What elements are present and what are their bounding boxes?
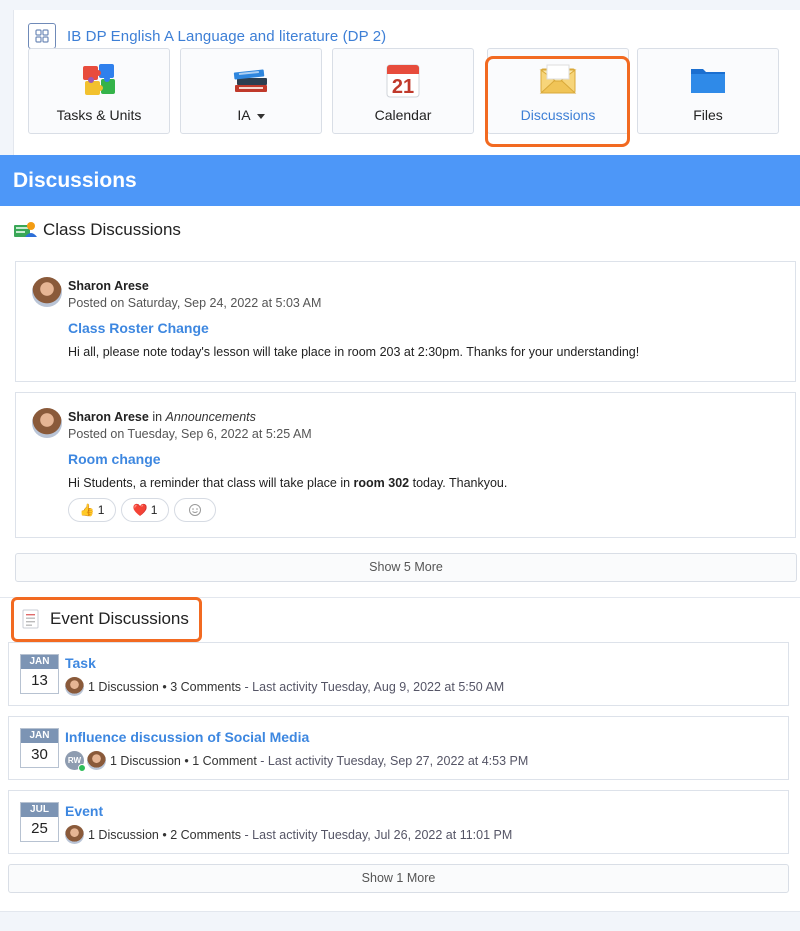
post-group[interactable]: Announcements [166, 410, 256, 424]
event-discussions-heading: Event Discussions [20, 609, 189, 629]
event-row: JAN 30 Influence discussion of Social Me… [8, 716, 789, 780]
show-more-discussions-button[interactable]: Show 5 More [15, 553, 797, 582]
event-title-link[interactable]: Task [65, 655, 96, 671]
calendar-icon-number: 21 [392, 76, 414, 98]
event-meta: 1 Discussion • 2 Comments - Last activit… [65, 825, 512, 844]
event-date-badge: JAN 13 [20, 654, 59, 694]
thumbs-up-icon: 👍 [79, 503, 95, 517]
event-month: JUL [21, 803, 58, 817]
post-author[interactable]: Sharon Arese [68, 279, 149, 293]
tile-files[interactable]: Files [637, 48, 779, 134]
tile-files-label: Files [693, 107, 723, 123]
event-row: JUL 25 Event 1 Discussion • 2 Comments -… [8, 790, 789, 854]
reaction-count: 1 [97, 503, 105, 517]
post-body-bold: room 302 [353, 476, 410, 490]
post-title-link[interactable]: Room change [68, 451, 161, 467]
calendar-icon: 21 [383, 61, 423, 99]
section-divider [0, 597, 800, 598]
event-comment-count: 2 Comments [170, 827, 242, 842]
event-month: JAN [21, 729, 58, 743]
online-status-dot [78, 764, 86, 772]
post-timestamp: Posted on Saturday, Sep 24, 2022 at 5:03… [68, 296, 322, 310]
avatar[interactable] [32, 408, 62, 438]
tile-tasks-units-label: Tasks & Units [56, 107, 142, 123]
post-body-text: Hi Students, a reminder that class will … [68, 476, 354, 490]
reaction-heart[interactable]: ❤️ 1 [121, 498, 169, 522]
post-body: Hi Students, a reminder that class will … [68, 476, 507, 490]
avatar[interactable] [65, 677, 84, 696]
event-discussions-title: Event Discussions [50, 609, 189, 628]
tile-calendar-label: Calendar [374, 107, 432, 123]
event-date-badge: JAN 30 [20, 728, 59, 768]
event-row: JAN 13 Task 1 Discussion • 3 Comments - … [8, 642, 789, 706]
event-day: 30 [31, 746, 48, 763]
event-comment-count: 3 Comments [170, 679, 242, 694]
post-body-text-end: today. Thankyou. [409, 476, 508, 490]
books-icon [231, 61, 271, 99]
class-discussions-icon [13, 220, 37, 240]
tile-calendar[interactable]: 21 Calendar [332, 48, 474, 134]
event-comment-count: 1 Comment [192, 753, 257, 768]
reaction-count: 1 [150, 503, 158, 517]
add-reaction-button[interactable] [174, 498, 216, 522]
event-meta: RW 1 Discussion • 1 Comment - Last activ… [65, 751, 529, 772]
event-title-link[interactable]: Influence discussion of Social Media [65, 729, 309, 745]
tile-ia-label: IA [237, 107, 251, 123]
post-author-line: Sharon Arese in Announcements [68, 410, 256, 424]
event-meta: 1 Discussion • 3 Comments - Last activit… [65, 677, 504, 696]
post-timestamp: Posted on Tuesday, Sep 6, 2022 at 5:25 A… [68, 427, 312, 441]
event-day: 25 [31, 820, 48, 837]
event-last-activity: - Last activity Tuesday, Sep 27, 2022 at… [260, 753, 529, 768]
tile-discussions[interactable]: Discussions [487, 48, 629, 134]
post-title-link[interactable]: Class Roster Change [68, 320, 209, 336]
discussion-card: Sharon Arese Posted on Saturday, Sep 24,… [15, 261, 796, 382]
class-title[interactable]: IB DP English A Language and literature … [67, 28, 386, 45]
show-more-events-button[interactable]: Show 1 More [8, 864, 789, 893]
heart-icon: ❤️ [132, 503, 148, 517]
grid-icon[interactable] [28, 23, 56, 49]
class-discussions-heading: Class Discussions [13, 220, 181, 240]
post-body: Hi all, please note today's lesson will … [68, 345, 640, 359]
tile-ia[interactable]: IA [180, 48, 322, 134]
smiley-add-icon [189, 504, 201, 516]
event-title-link[interactable]: Event [65, 803, 103, 819]
puzzle-icon [79, 61, 119, 99]
avatar-initials[interactable]: RW [65, 751, 86, 772]
event-discussion-count: 1 Discussion [110, 753, 181, 768]
event-discussion-count: 1 Discussion [88, 827, 159, 842]
event-month: JAN [21, 655, 58, 669]
post-author[interactable]: Sharon Arese [68, 410, 149, 424]
event-day: 13 [31, 672, 48, 689]
avatar[interactable] [65, 825, 84, 844]
chevron-down-icon[interactable] [256, 113, 265, 119]
footer-strip [0, 911, 800, 931]
event-list-icon [20, 609, 44, 629]
reaction-thumbs-up[interactable]: 👍 1 [68, 498, 116, 522]
avatar[interactable] [32, 277, 62, 307]
reactions-bar: 👍 1 ❤️ 1 [68, 498, 228, 522]
event-last-activity: - Last activity Tuesday, Aug 9, 2022 at … [244, 679, 505, 694]
tile-tasks-units[interactable]: Tasks & Units [28, 48, 170, 134]
class-discussions-title: Class Discussions [43, 220, 181, 239]
avatar[interactable] [87, 751, 106, 770]
event-date-badge: JUL 25 [20, 802, 59, 842]
main-content: Class Discussions Sharon Arese Posted on… [0, 206, 800, 911]
class-title-row[interactable]: IB DP English A Language and literature … [28, 23, 386, 49]
envelope-icon [538, 61, 578, 99]
tile-discussions-label: Discussions [520, 107, 596, 123]
post-in-label: in [152, 410, 163, 424]
event-last-activity: - Last activity Tuesday, Jul 26, 2022 at… [244, 827, 513, 842]
folder-icon [688, 61, 728, 99]
discussion-card: Sharon Arese in Announcements Posted on … [15, 392, 796, 538]
page-title: Discussions [0, 155, 800, 206]
event-discussion-count: 1 Discussion [88, 679, 159, 694]
